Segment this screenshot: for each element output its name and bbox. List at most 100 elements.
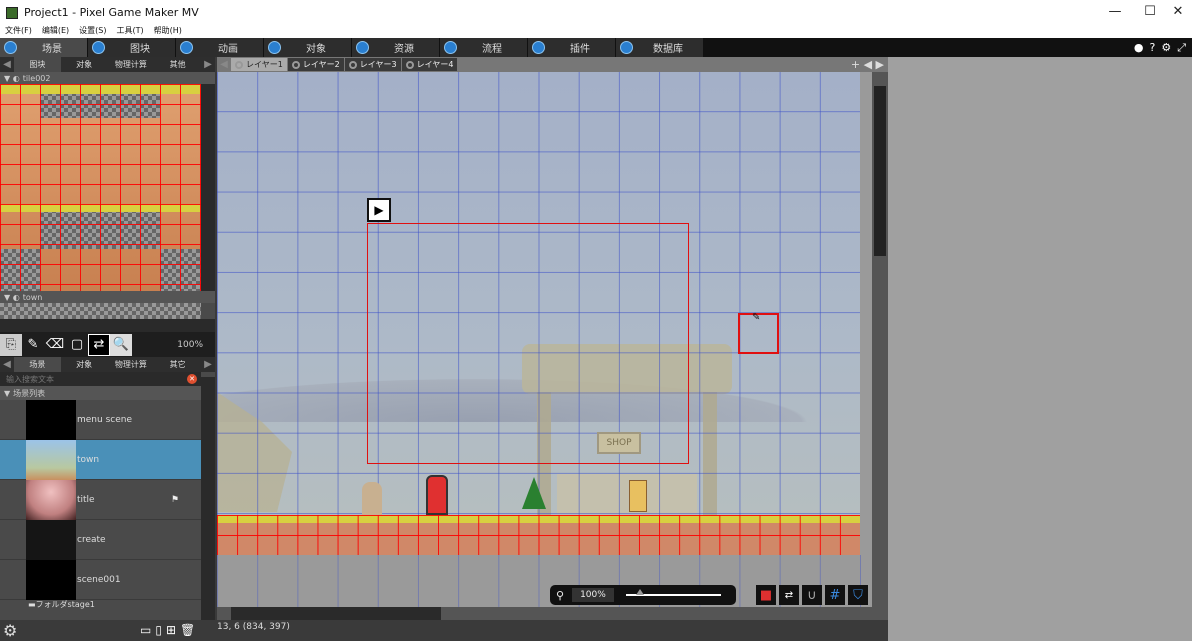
paint-tool-icon[interactable]: ■ — [756, 585, 776, 605]
scene-thumbnail — [26, 479, 76, 520]
minimize-button[interactable]: — — [1105, 4, 1125, 19]
camera-bounds[interactable] — [367, 223, 689, 464]
character-object[interactable] — [362, 482, 382, 515]
scene-thumbnail — [26, 399, 76, 440]
layer-toggle-icon[interactable]: ⇄ — [779, 585, 799, 605]
eye-icon[interactable] — [291, 60, 300, 69]
tab-tiles-sub[interactable]: 图块 — [14, 57, 61, 72]
tab-other-sub[interactable]: 其他 — [154, 57, 201, 72]
gear-icon[interactable]: ⚙ — [1161, 41, 1171, 55]
title-bar: Project1 - Pixel Game Maker MV — ☐ ✕ — [0, 0, 1192, 25]
tab-tiles[interactable]: 图块 — [88, 38, 175, 57]
help-icon[interactable]: ? — [1149, 41, 1155, 55]
camera-icon[interactable]: ▶ — [367, 198, 391, 222]
tileset-zoom: 100% — [177, 339, 203, 350]
tab-objects-list[interactable]: 对象 — [61, 357, 108, 372]
scene-list-header[interactable]: ▼ 场景列表 — [0, 386, 201, 400]
layer-view-icon[interactable]: ⇄ — [88, 333, 110, 356]
tab-layer-2[interactable]: レイヤー2 — [287, 58, 344, 71]
new-page-icon[interactable]: ▯ — [155, 623, 162, 637]
flow-icon — [444, 41, 457, 54]
scene-item-town[interactable]: town — [0, 439, 201, 480]
eye-icon[interactable] — [405, 60, 414, 69]
arrow-right-icon[interactable]: ▶ — [201, 359, 215, 370]
scene-item-create[interactable]: create — [0, 519, 201, 560]
menu-settings[interactable]: 设置(S) — [79, 25, 106, 38]
door-object[interactable] — [426, 475, 448, 515]
tab-flow[interactable]: 流程 — [440, 38, 527, 57]
close-button[interactable]: ✕ — [1168, 4, 1188, 19]
maximize-button[interactable]: ☐ — [1140, 4, 1160, 19]
town-tileset-header[interactable]: ▼ ◐ town — [0, 291, 215, 303]
arrow-right-icon[interactable]: ▶ — [201, 59, 215, 70]
arrow-left-icon[interactable]: ◀ — [217, 59, 231, 70]
trash-icon[interactable]: 🗑 — [180, 623, 195, 637]
search-input[interactable] — [6, 374, 187, 384]
app-icon — [6, 6, 18, 19]
zoom-tool-icon[interactable]: 🔍 — [110, 333, 132, 356]
animation-icon — [180, 41, 193, 54]
tab-objects[interactable]: 对象 — [264, 38, 351, 57]
tab-layer-3[interactable]: レイヤー3 — [344, 58, 401, 71]
tab-plugins[interactable]: 插件 — [528, 38, 615, 57]
menu-edit[interactable]: 编辑(E) — [42, 25, 69, 38]
left-panel: ◀ 图块 对象 物理计算 其他 ▶ ▼ ◐ tile002 ▼ ◐ town ⎘… — [0, 57, 215, 620]
scene-item-menu[interactable]: menu scene — [0, 399, 201, 440]
ground-grid — [217, 515, 860, 555]
zoom-bar: ⚲ 100% — [550, 585, 736, 605]
tab-layer-4[interactable]: レイヤー4 — [401, 58, 458, 71]
scene-list-vscroll[interactable] — [201, 377, 215, 620]
eye-icon[interactable] — [235, 60, 243, 69]
scene-canvas[interactable]: SHOP ▶ ✎ — [217, 72, 860, 555]
record-icon[interactable]: ● — [1134, 41, 1144, 55]
magnifier-icon[interactable]: ⚲ — [556, 589, 564, 602]
tileset-hscroll[interactable] — [0, 319, 215, 332]
tab-objects-sub[interactable]: 对象 — [61, 57, 108, 72]
tab-layer-1[interactable]: レイヤー1 — [231, 58, 287, 71]
pen-tool-icon[interactable]: ✎ — [22, 334, 44, 356]
tileset-palette[interactable] — [0, 84, 201, 291]
menu-tools[interactable]: 工具(T) — [116, 25, 143, 38]
settings-gear-icon[interactable]: ⚙ — [3, 621, 17, 640]
npc-object[interactable] — [629, 480, 647, 512]
expand-icon[interactable]: ⤢ — [1177, 41, 1186, 55]
canvas-hscroll[interactable] — [217, 607, 888, 620]
tab-scenes[interactable]: 场景 — [14, 357, 61, 372]
tab-animation[interactable]: 动画 — [176, 38, 263, 57]
new-folder-icon[interactable]: ⊞ — [166, 623, 176, 637]
canvas-vscroll[interactable] — [872, 72, 888, 607]
layer-tabs: ◀ レイヤー1 レイヤー2 レイヤー3 レイヤー4 + ◀ ▶ — [217, 57, 888, 72]
arrow-left-icon[interactable]: ◀ — [0, 359, 14, 370]
tab-scene[interactable]: 场景 — [0, 38, 87, 57]
tileset-header[interactable]: ▼ ◐ tile002 — [0, 72, 215, 84]
menu-file[interactable]: 文件(F) — [5, 25, 32, 38]
magnet-icon[interactable]: ∪ — [802, 585, 822, 605]
tab-physics-list[interactable]: 物理计算 — [108, 357, 155, 372]
clear-search-icon[interactable]: ✕ — [187, 374, 197, 384]
eraser-tool-icon[interactable]: ⌫ — [44, 334, 66, 356]
tab-database[interactable]: 数据库 — [616, 38, 703, 57]
add-layer-icon[interactable]: + ◀ ▶ — [851, 58, 884, 71]
zoom-slider[interactable] — [625, 589, 721, 596]
tab-resources[interactable]: 资源 — [352, 38, 439, 57]
tileset-vscroll[interactable] — [201, 84, 215, 291]
pen-cursor-icon: ✎ — [752, 312, 761, 323]
scene-search[interactable]: ✕ — [0, 372, 201, 386]
select-tool-icon[interactable]: ▢ — [66, 334, 88, 356]
tile-icon — [92, 41, 105, 54]
menu-help[interactable]: 帮助(H) — [154, 25, 182, 38]
folder-item[interactable]: ▬フォルダstage1 — [0, 600, 201, 610]
tab-physics-sub[interactable]: 物理计算 — [108, 57, 155, 72]
eye-icon[interactable] — [348, 60, 357, 69]
scene-item-scene001[interactable]: scene001 — [0, 559, 201, 600]
arrow-left-icon[interactable]: ◀ — [0, 59, 14, 70]
stamp-tool-icon[interactable]: ⎘ — [0, 333, 22, 356]
town-tileset-preview[interactable] — [0, 303, 201, 319]
new-scene-icon[interactable]: ▭ — [140, 623, 151, 637]
tab-other-list[interactable]: 其它 — [154, 357, 201, 372]
grid-icon[interactable]: # — [825, 585, 845, 605]
map-icon[interactable]: ⛉ — [848, 585, 868, 605]
tree-object[interactable] — [522, 477, 546, 509]
scene-item-title[interactable]: title ⚑ — [0, 479, 201, 520]
zoom-value: 100% — [572, 588, 614, 602]
